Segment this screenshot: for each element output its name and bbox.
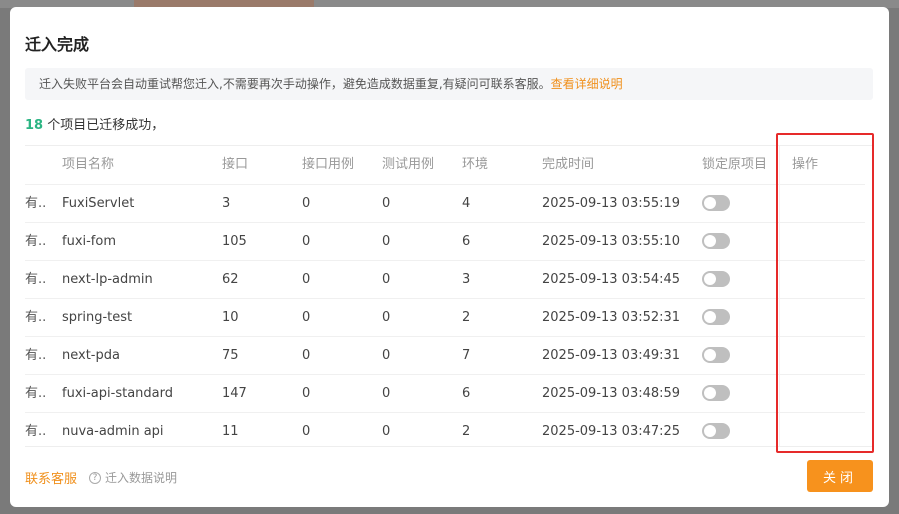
header-test-cases: 测试用例 (382, 157, 435, 172)
row-environment: 4 (462, 196, 471, 211)
header-environment: 环境 (462, 157, 489, 172)
row-test-cases: 0 (382, 348, 391, 363)
migration-complete-dialog: 迁入完成 迁入失败平台会自动重试帮您迁入,不需要再次手动操作，避免造成数据重复,… (10, 7, 889, 507)
row-api-count: 75 (222, 348, 239, 363)
table-row: 有... spring-test 10 0 0 2 2025-09-13 03:… (25, 298, 865, 336)
summary-text: 18 个项目已迁移成功， (25, 114, 164, 133)
row-truncated-cell: 有... (25, 234, 47, 249)
row-environment: 7 (462, 348, 471, 363)
table-row: 有... fuxi-fom 105 0 0 6 2025-09-13 03:55… (25, 222, 865, 260)
row-truncated-cell: 有... (25, 386, 47, 401)
row-project-name: spring-test (62, 310, 133, 325)
notice-text: 迁入失败平台会自动重试帮您迁入,不需要再次手动操作，避免造成数据重复,有疑问可联… (39, 77, 551, 91)
lock-toggle[interactable] (702, 384, 730, 401)
header-complete-time: 完成时间 (542, 157, 595, 172)
row-test-cases: 0 (382, 234, 391, 249)
row-test-cases: 0 (382, 386, 391, 401)
row-project-name: fuxi-api-standard (62, 386, 173, 401)
header-api: 接口 (222, 157, 249, 172)
lock-toggle[interactable] (702, 308, 730, 325)
row-project-name: next-lp-admin (62, 272, 153, 287)
row-truncated-cell: 有... (25, 348, 47, 363)
dialog-footer-left: 联系客服 ? 迁入数据说明 (25, 468, 177, 487)
row-complete-time: 2025-09-13 03:49:31 (542, 348, 681, 363)
header-api-cases: 接口用例 (302, 157, 355, 172)
row-project-name: fuxi-fom (62, 234, 117, 249)
table-row: 有... nuva-admin api 11 0 0 2 2025-09-13 … (25, 412, 865, 446)
dialog-title: 迁入完成 (25, 35, 90, 54)
row-project-name: FuxiServlet (62, 196, 135, 211)
row-api-cases: 0 (302, 196, 311, 211)
lock-toggle[interactable] (702, 270, 730, 287)
row-api-cases: 0 (302, 386, 311, 401)
row-complete-time: 2025-09-13 03:48:59 (542, 386, 681, 401)
row-api-cases: 0 (302, 234, 311, 249)
operation-column-highlight (776, 133, 874, 453)
row-api-cases: 0 (302, 272, 311, 287)
success-count: 18 (25, 118, 44, 133)
row-truncated-cell: 有... (25, 272, 47, 287)
row-truncated-cell: 有... (25, 424, 47, 439)
question-circle-icon: ? (89, 471, 102, 484)
row-environment: 6 (462, 234, 471, 249)
row-project-name: next-pda (62, 348, 120, 363)
row-test-cases: 0 (382, 196, 391, 211)
view-details-link[interactable]: 查看详细说明 (551, 77, 623, 91)
row-api-count: 3 (222, 196, 231, 211)
row-complete-time: 2025-09-13 03:52:31 (542, 310, 681, 325)
table-row: 有... next-lp-admin 62 0 0 3 2025-09-13 0… (25, 260, 865, 298)
projects-table: 项目名称 接口 接口用例 测试用例 环境 完成时间 锁定原项目 操作 有... … (25, 145, 873, 447)
table-header: 项目名称 接口 接口用例 测试用例 环境 完成时间 锁定原项目 操作 (25, 146, 865, 184)
notice-banner: 迁入失败平台会自动重试帮您迁入,不需要再次手动操作，避免造成数据重复,有疑问可联… (25, 68, 873, 100)
summary-label: 个项目已迁移成功， (43, 118, 165, 133)
row-complete-time: 2025-09-13 03:54:45 (542, 272, 681, 287)
row-api-cases: 0 (302, 348, 311, 363)
row-api-count: 105 (222, 234, 247, 249)
table-row: 有... FuxiServlet 3 0 0 4 2025-09-13 03:5… (25, 184, 865, 222)
row-complete-time: 2025-09-13 03:47:25 (542, 424, 681, 439)
lock-toggle[interactable] (702, 194, 730, 211)
row-environment: 2 (462, 310, 471, 325)
row-environment: 6 (462, 386, 471, 401)
row-api-count: 10 (222, 310, 239, 325)
help-label: 迁入数据说明 (105, 471, 178, 485)
header-project-name: 项目名称 (62, 157, 115, 172)
lock-toggle[interactable] (702, 346, 730, 363)
row-api-count: 62 (222, 272, 239, 287)
toggle-knob (704, 424, 716, 437)
row-api-count: 147 (222, 386, 247, 401)
row-complete-time: 2025-09-13 03:55:19 (542, 196, 681, 211)
row-test-cases: 0 (382, 424, 391, 439)
toggle-knob (704, 348, 716, 361)
row-test-cases: 0 (382, 272, 391, 287)
contact-support-link[interactable]: 联系客服 (25, 468, 77, 487)
toggle-knob (704, 196, 716, 209)
row-api-cases: 0 (302, 424, 311, 439)
row-project-name: nuva-admin api (62, 424, 164, 439)
toggle-knob (704, 310, 716, 323)
row-environment: 2 (462, 424, 471, 439)
row-truncated-cell: 有... (25, 196, 47, 211)
migration-data-help[interactable]: ? 迁入数据说明 (89, 469, 177, 486)
lock-toggle[interactable] (702, 232, 730, 249)
row-complete-time: 2025-09-13 03:55:10 (542, 234, 681, 249)
row-api-cases: 0 (302, 310, 311, 325)
toggle-knob (704, 272, 716, 285)
toggle-knob (704, 234, 716, 247)
row-environment: 3 (462, 272, 471, 287)
lock-toggle[interactable] (702, 422, 730, 439)
row-api-count: 11 (222, 424, 239, 439)
row-truncated-cell: 有... (25, 310, 47, 325)
close-button[interactable]: 关闭 (807, 460, 873, 492)
row-test-cases: 0 (382, 310, 391, 325)
table-row: 有... next-pda 75 0 0 7 2025-09-13 03:49:… (25, 336, 865, 374)
toggle-knob (704, 386, 716, 399)
table-row: 有... fuxi-api-standard 147 0 0 6 2025-09… (25, 374, 865, 412)
